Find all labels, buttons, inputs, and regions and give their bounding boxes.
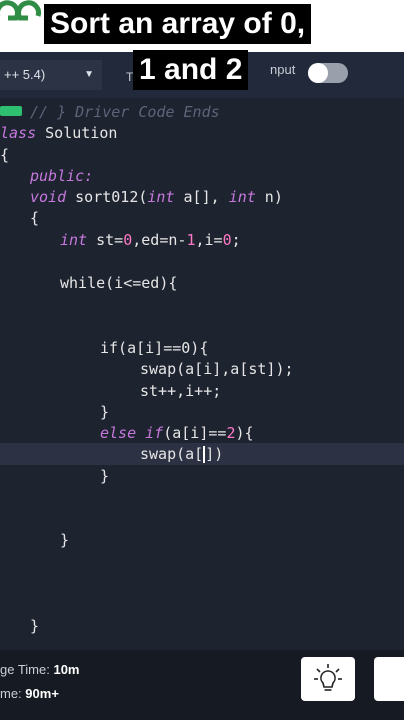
code-line-decl: int st=0,ed=n-1,i=0; bbox=[60, 230, 241, 250]
swap-partial-end: ]) bbox=[205, 445, 224, 463]
language-select-value: ++ 5.4) bbox=[4, 67, 46, 82]
code-line-while: while(i<=ed){ bbox=[60, 274, 178, 292]
num-0-b: 0 bbox=[222, 231, 232, 249]
code-line-if: if(a[i]==0){ bbox=[100, 339, 209, 357]
param-n: n) bbox=[255, 188, 283, 206]
average-time: ge Time: 10m bbox=[0, 662, 80, 677]
num-0-a: 0 bbox=[123, 231, 133, 249]
hint-button[interactable] bbox=[301, 657, 355, 701]
class-name: Solution bbox=[36, 124, 118, 142]
side-panel-button[interactable] bbox=[374, 657, 404, 701]
type-int-3: int bbox=[60, 231, 88, 249]
code-line-while-close: } bbox=[60, 531, 70, 549]
decl-i: ,i= bbox=[195, 231, 223, 249]
custom-input-label: nput bbox=[270, 62, 296, 77]
param-a: a[], bbox=[174, 188, 229, 206]
keyword-class: lass bbox=[0, 124, 37, 142]
code-line-fn-close: } bbox=[30, 617, 40, 635]
code-line-signature: void sort012(int a[], int n) bbox=[30, 187, 283, 207]
custom-input-toggle[interactable] bbox=[308, 63, 348, 83]
average-time-label: ge Time: bbox=[0, 662, 54, 677]
type-void: void bbox=[30, 188, 67, 206]
fold-marker-icon[interactable] bbox=[0, 106, 22, 116]
fn-name: sort012( bbox=[66, 188, 148, 206]
your-time-value: 90m+ bbox=[25, 686, 59, 701]
geeksforgeeks-logo-icon bbox=[0, 0, 41, 21]
code-line-else-if: else if(a[i]==2){ bbox=[100, 423, 254, 443]
keyword-else-if: else if bbox=[100, 424, 164, 442]
toggle-knob bbox=[308, 63, 328, 83]
decl-ed: ,ed=n- bbox=[132, 231, 187, 249]
code-line-fn-brace: { bbox=[30, 209, 40, 227]
swap-partial-start: swap(a[ bbox=[140, 445, 204, 463]
code-line-swap-st: swap(a[i],a[st]); bbox=[140, 360, 294, 378]
code-line-class: lass Solution bbox=[0, 123, 117, 143]
code-line-if-close: } bbox=[100, 403, 110, 421]
video-title-line-2: 1 and 2 bbox=[133, 50, 249, 90]
code-line-swap-partial: swap(a[]) bbox=[140, 444, 223, 464]
lightbulb-icon bbox=[314, 664, 342, 691]
your-time: me: 90m+ bbox=[0, 686, 59, 701]
code-line-increment: st++,i++; bbox=[140, 382, 222, 400]
code-line-comment: // } Driver Code Ends bbox=[30, 103, 220, 121]
video-title-line-1: Sort an array of 0, bbox=[44, 4, 312, 44]
decl-st: st= bbox=[87, 231, 124, 249]
code-line-public: public: bbox=[30, 167, 94, 185]
else-if-cond: (a[i]== bbox=[163, 424, 227, 442]
type-int-1: int bbox=[147, 188, 175, 206]
code-line-open-brace: { bbox=[0, 146, 10, 164]
decl-semicolon: ; bbox=[231, 231, 241, 249]
code-line-else-close: } bbox=[100, 467, 110, 485]
else-if-brace: ){ bbox=[235, 424, 254, 442]
average-time-value: 10m bbox=[53, 662, 80, 677]
your-time-label: me: bbox=[0, 686, 26, 701]
type-int-2: int bbox=[228, 188, 256, 206]
chevron-down-icon: ▼ bbox=[84, 69, 94, 80]
language-select[interactable]: ++ 5.4) ▼ bbox=[0, 60, 102, 90]
